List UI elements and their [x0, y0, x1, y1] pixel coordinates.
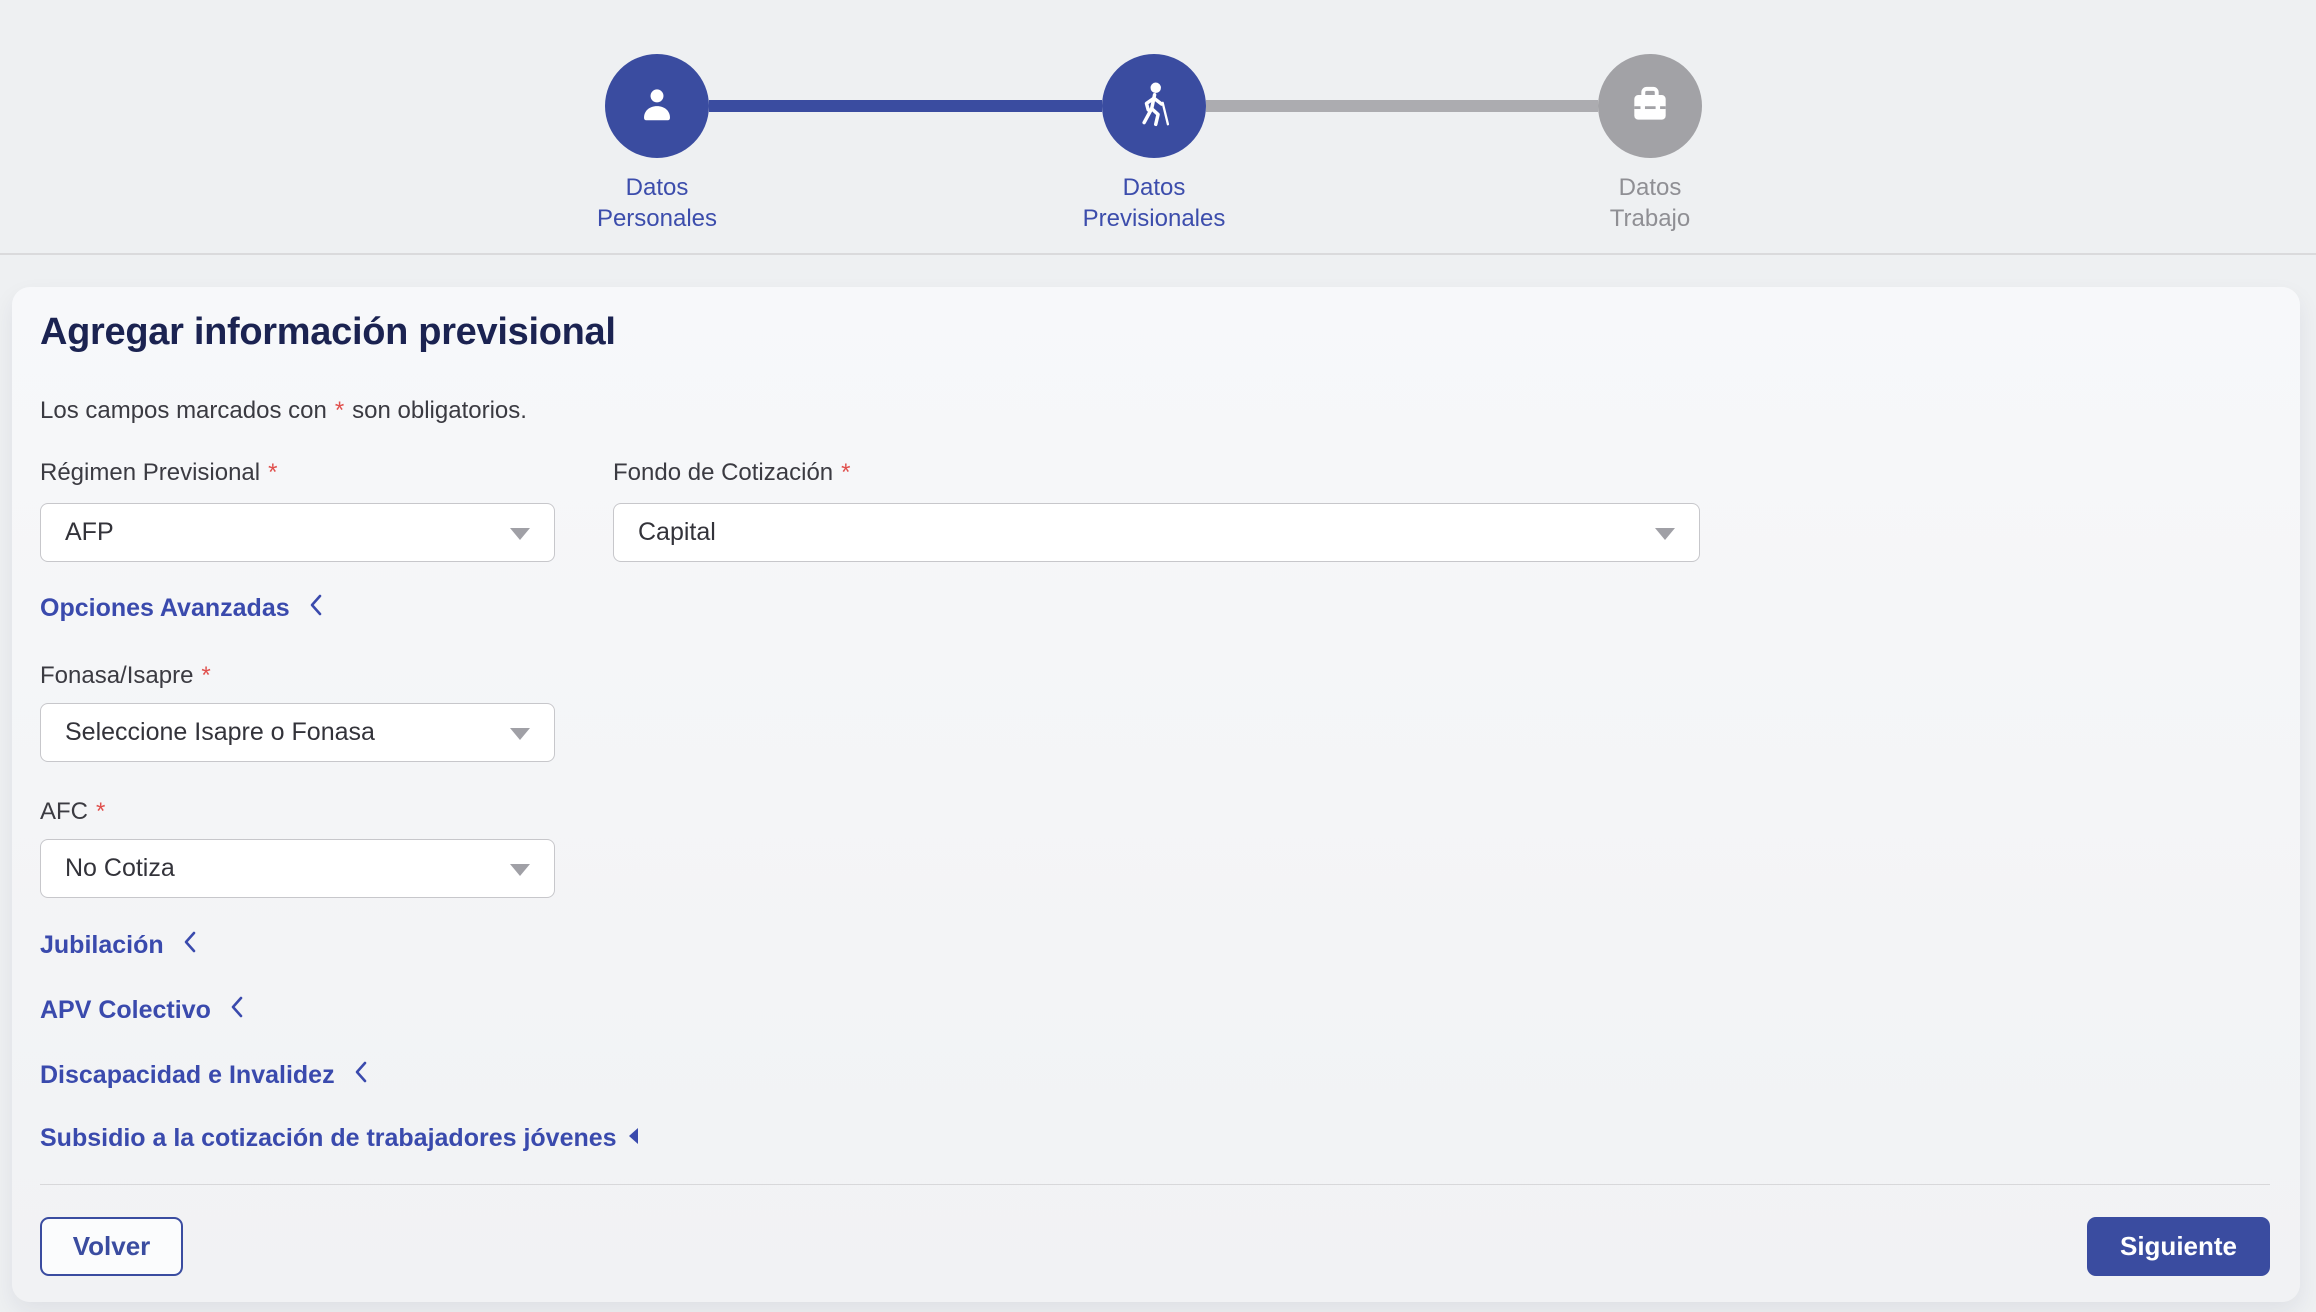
dropdown-arrow-icon [510, 863, 530, 875]
required-asterisk: * [841, 459, 850, 486]
dropdown-arrow-icon [510, 727, 530, 739]
required-asterisk: * [201, 662, 210, 689]
dropdown-arrow-icon [510, 527, 530, 539]
afc-label: AFC* [40, 798, 105, 826]
section-label: Jubilación [40, 931, 164, 960]
section-label: APV Colectivo [40, 996, 211, 1025]
triangle-left-icon [627, 1124, 639, 1153]
note-asterisk: * [335, 397, 344, 424]
section-label: Subsidio a la cotización de trabajadores… [40, 1124, 617, 1153]
fondo-cotizacion-select[interactable]: Capital [613, 503, 1700, 562]
stepper-connector-active [709, 100, 1102, 112]
walking-person-icon [1125, 75, 1183, 138]
section-label: Opciones Avanzadas [40, 594, 290, 623]
step-3-label: Datos Trabajo [1540, 172, 1760, 234]
section-subsidio-trabajadores-jovenes[interactable]: Subsidio a la cotización de trabajadores… [40, 1124, 639, 1153]
fondo-cotizacion-label: Fondo de Cotización* [613, 459, 850, 487]
step-2-label: Datos Previsionales [1044, 172, 1264, 234]
chevron-left-icon [353, 1060, 368, 1091]
chevron-left-icon [229, 995, 244, 1026]
chevron-left-icon [182, 930, 197, 961]
section-discapacidad-invalidez[interactable]: Discapacidad e Invalidez [40, 1060, 368, 1091]
section-jubilacion[interactable]: Jubilación [40, 930, 197, 961]
note-suffix: son obligatorios. [352, 397, 527, 424]
step-2-datos-previsionales[interactable] [1102, 54, 1206, 158]
fonasa-isapre-select[interactable]: Seleccione Isapre o Fonasa [40, 703, 555, 762]
regimen-previsional-label: Régimen Previsional* [40, 459, 277, 487]
section-label: Discapacidad e Invalidez [40, 1061, 335, 1090]
next-button[interactable]: Siguiente [2087, 1217, 2270, 1276]
required-asterisk: * [96, 798, 105, 825]
regimen-previsional-select[interactable]: AFP [40, 503, 555, 562]
page-title: Agregar información previsional [40, 311, 616, 354]
fonasa-isapre-label: Fonasa/Isapre* [40, 662, 211, 690]
fonasa-isapre-value: Seleccione Isapre o Fonasa [65, 718, 375, 747]
note-prefix: Los campos marcados con [40, 397, 327, 424]
required-fields-note: Los campos marcados con * son obligatorios… [40, 397, 527, 425]
dropdown-arrow-icon [1655, 527, 1675, 539]
step-1-label: Datos Personales [547, 172, 767, 234]
chevron-left-icon [308, 593, 323, 624]
step-1-datos-personales[interactable] [605, 54, 709, 158]
required-asterisk: * [268, 459, 277, 486]
footer-divider [40, 1184, 2270, 1185]
briefcase-icon [1622, 76, 1678, 137]
header-divider [0, 253, 2316, 255]
section-apv-colectivo[interactable]: APV Colectivo [40, 995, 244, 1026]
stepper-connector-inactive [1206, 100, 1598, 112]
back-button[interactable]: Volver [40, 1217, 183, 1276]
stepper-header: Datos Personales Datos Previsionales Dat… [0, 0, 2316, 255]
step-3-datos-trabajo[interactable] [1598, 54, 1702, 158]
regimen-previsional-value: AFP [65, 518, 114, 547]
fondo-cotizacion-value: Capital [638, 518, 716, 547]
section-opciones-avanzadas[interactable]: Opciones Avanzadas [40, 593, 323, 624]
afc-value: No Cotiza [65, 854, 175, 883]
user-icon [630, 77, 684, 136]
afc-select[interactable]: No Cotiza [40, 839, 555, 898]
form-card: Agregar información previsional Los camp… [12, 287, 2300, 1302]
